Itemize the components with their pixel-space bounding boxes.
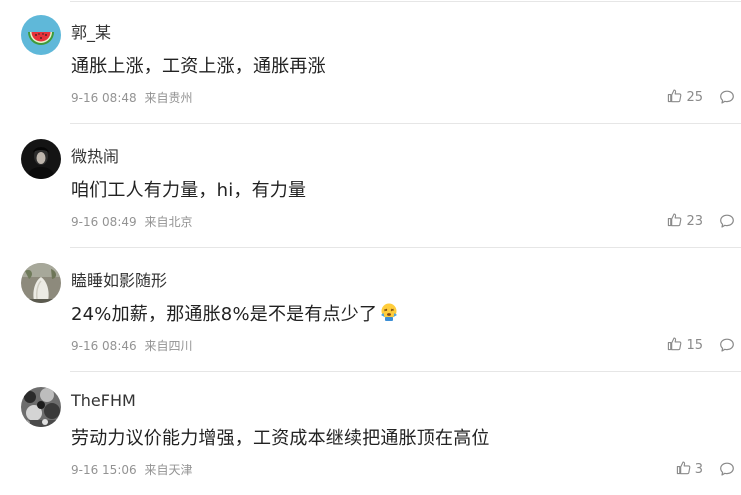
thumbs-up-icon [667, 212, 682, 231]
plant-photo-avatar-icon[interactable] [21, 263, 61, 303]
comment-actions: 25 [667, 88, 735, 106]
comment-text-content: 24%加薪，那通胀8%是不是有点少了 [71, 304, 378, 325]
comment-meta: 9-16 08:46 来自四川 [71, 337, 192, 354]
comment-item: 微热闹 咱们工人有力量，hi，有力量 9-16 08:49 来自北京 23 [0, 124, 741, 248]
comment-meta: 9-16 08:49 来自北京 [71, 213, 192, 230]
reply-comment-icon[interactable] [719, 337, 735, 353]
comment-actions: 3 [676, 460, 735, 478]
thumbs-up-icon [676, 460, 691, 479]
comment-time: 9-16 08:48 [71, 91, 137, 105]
comment-location: 来自北京 [144, 215, 193, 229]
like-count: 25 [686, 89, 703, 105]
reply-comment-icon[interactable] [719, 461, 735, 477]
comment-list: 郭_某 通胀上涨，工资上涨，通胀再涨 9-16 08:48 来自贵州 25 微热… [0, 0, 741, 495]
dark-portrait-avatar-icon[interactable] [21, 139, 61, 179]
comment-location: 来自天津 [144, 463, 193, 477]
comment-item: 郭_某 通胀上涨，工资上涨，通胀再涨 9-16 08:48 来自贵州 25 [0, 0, 741, 124]
thumbs-up-icon [667, 336, 682, 355]
comment-text: 劳动力议价能力增强，工资成本继续把通胀顶在高位 [71, 428, 490, 449]
like-count: 3 [694, 461, 703, 477]
comment-text: 24%加薪，那通胀8%是不是有点少了 [71, 300, 399, 327]
like-button[interactable]: 23 [667, 212, 703, 231]
username-link[interactable]: TheFHM [71, 391, 136, 410]
thumbs-up-icon [667, 88, 682, 107]
username-link[interactable]: 微热闹 [71, 143, 119, 167]
username-link[interactable]: 瞌睡如影随形 [71, 267, 167, 291]
dizzy-face-emoji-icon [379, 302, 399, 327]
comment-actions: 23 [667, 212, 735, 230]
reply-comment-icon[interactable] [719, 89, 735, 105]
comment-location: 来自贵州 [144, 91, 193, 105]
watermelon-avatar-icon[interactable] [21, 15, 61, 55]
comment-meta: 9-16 08:48 来自贵州 [71, 89, 192, 106]
comment-item: TheFHM 劳动力议价能力增强，工资成本继续把通胀顶在高位 9-16 15:0… [0, 372, 741, 495]
comment-time: 9-16 08:49 [71, 215, 137, 229]
comment-text: 咱们工人有力量，hi，有力量 [71, 180, 307, 201]
comment-item: 瞌睡如影随形 24%加薪，那通胀8%是不是有点少了 9-16 08:46 来自四… [0, 248, 741, 372]
like-count: 23 [686, 213, 703, 229]
like-count: 15 [686, 337, 703, 353]
comment-meta: 9-16 15:06 来自天津 [71, 461, 192, 478]
grayscale-photo-avatar-icon[interactable] [21, 387, 61, 427]
reply-comment-icon[interactable] [719, 213, 735, 229]
comment-text: 通胀上涨，工资上涨，通胀再涨 [71, 56, 326, 77]
like-button[interactable]: 3 [676, 460, 703, 479]
like-button[interactable]: 15 [667, 336, 703, 355]
username-link[interactable]: 郭_某 [71, 19, 111, 43]
like-button[interactable]: 25 [667, 88, 703, 107]
comment-time: 9-16 15:06 [71, 463, 137, 477]
comment-time: 9-16 08:46 [71, 339, 137, 353]
comment-location: 来自四川 [144, 339, 193, 353]
comment-actions: 15 [667, 336, 735, 354]
